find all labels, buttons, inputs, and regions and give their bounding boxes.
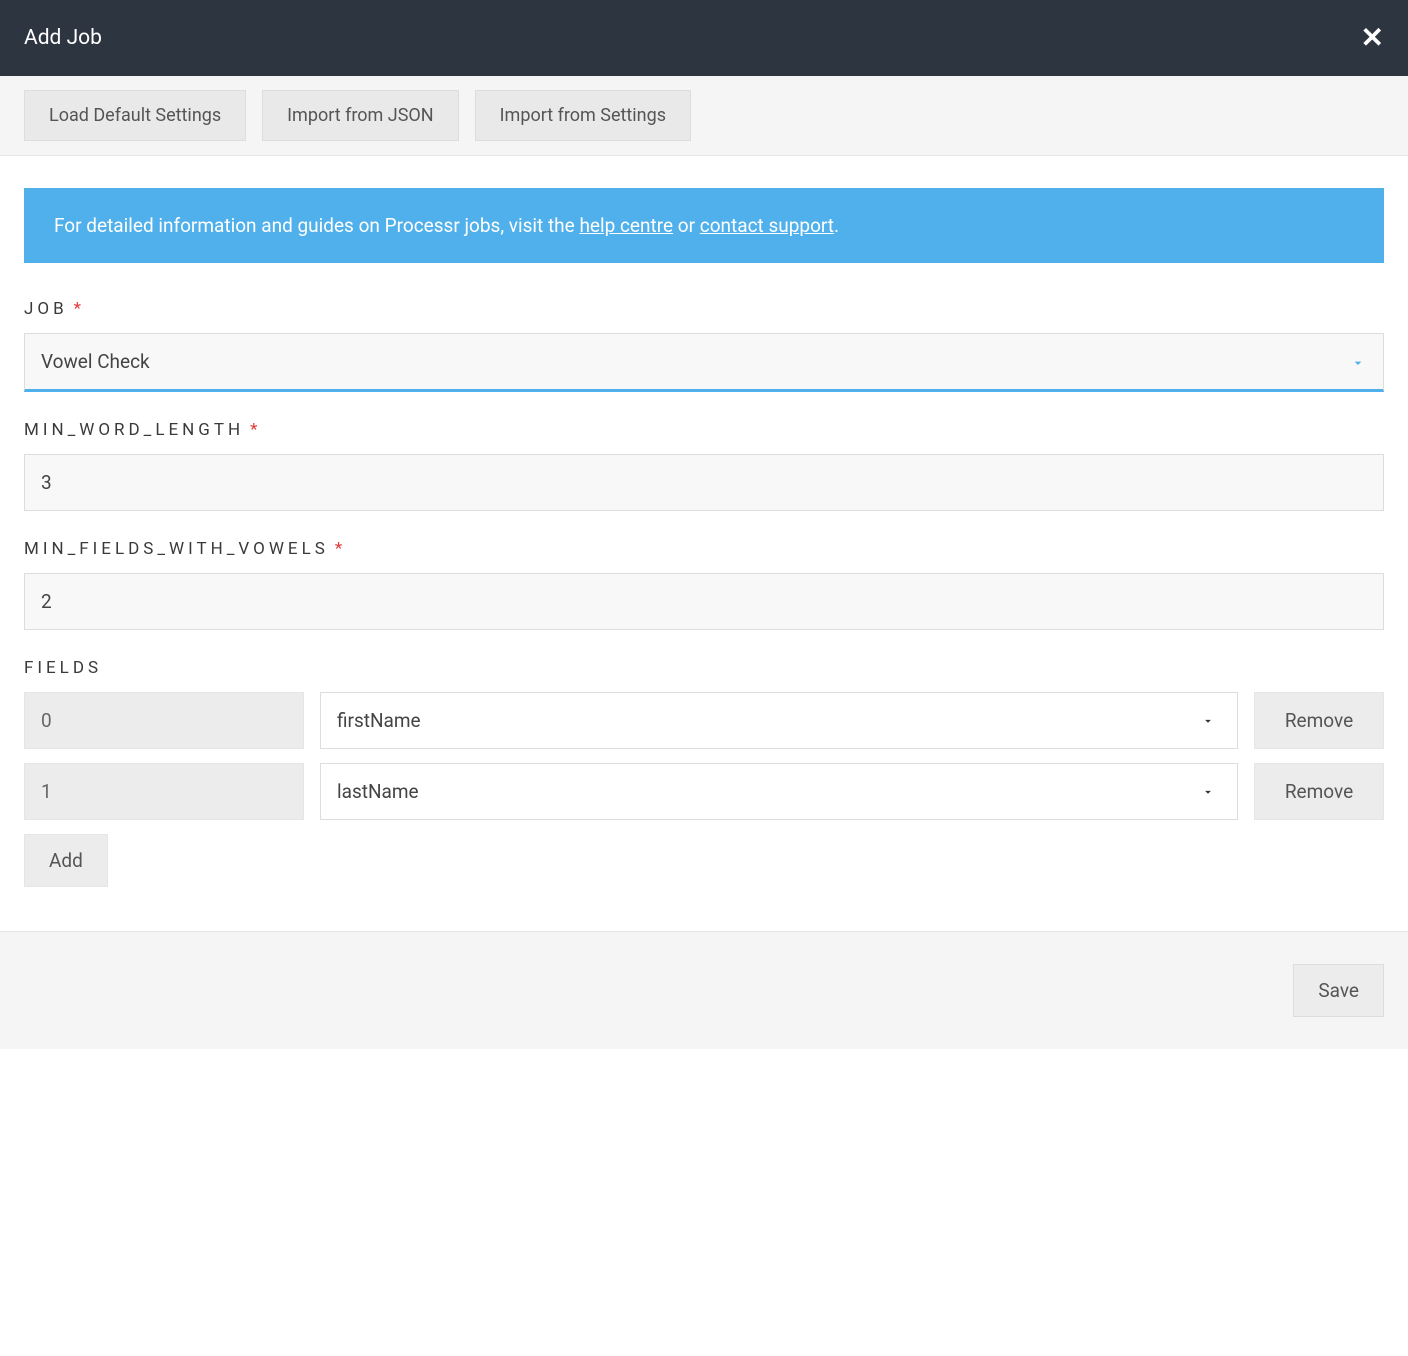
field-row: 0 firstName Remove [24,692,1384,749]
field-row: 1 lastName Remove [24,763,1384,820]
save-button[interactable]: Save [1293,964,1384,1017]
load-default-settings-button[interactable]: Load Default Settings [24,90,246,141]
required-star-icon: * [335,539,346,559]
banner-text-pre: For detailed information and guides on P… [54,214,579,237]
modal-header: Add Job ✕ [0,0,1408,76]
import-from-settings-button[interactable]: Import from Settings [475,90,691,141]
modal-footer: Save [0,931,1408,1049]
fields-label: FIELDS [24,658,1384,678]
job-select[interactable]: Vowel Check [24,333,1384,392]
contact-support-link[interactable]: contact support [700,214,834,237]
min-fields-vowels-label-text: MIN_FIELDS_WITH_VOWELS [24,539,329,559]
min-fields-vowels-label: MIN_FIELDS_WITH_VOWELS * [24,539,1384,559]
min-word-length-label: MIN_WORD_LENGTH * [24,420,1384,440]
remove-button[interactable]: Remove [1254,692,1384,749]
min-word-length-label-text: MIN_WORD_LENGTH [24,420,244,440]
import-from-json-button[interactable]: Import from JSON [262,90,459,141]
min-word-length-group: MIN_WORD_LENGTH * [24,420,1384,511]
field-select-wrapper: firstName [320,692,1238,749]
add-button[interactable]: Add [24,834,108,887]
content-area: For detailed information and guides on P… [0,156,1408,931]
job-label-text: JOB [24,299,68,319]
toolbar: Load Default Settings Import from JSON I… [0,76,1408,156]
close-icon[interactable]: ✕ [1361,24,1384,52]
field-select-wrapper: lastName [320,763,1238,820]
banner-text-end: . [834,214,839,237]
field-index: 0 [24,692,304,749]
min-fields-vowels-input[interactable] [24,573,1384,630]
info-banner: For detailed information and guides on P… [24,188,1384,263]
fields-section: FIELDS 0 firstName Remove 1 lastName [24,658,1384,887]
job-select-wrapper: Vowel Check [24,333,1384,392]
help-centre-link[interactable]: help centre [579,214,673,237]
job-label: JOB * [24,299,1384,319]
job-group: JOB * Vowel Check [24,299,1384,392]
min-word-length-input[interactable] [24,454,1384,511]
field-select[interactable]: lastName [321,764,1237,819]
field-index: 1 [24,763,304,820]
required-star-icon: * [74,299,85,319]
modal-title: Add Job [24,26,102,50]
field-select[interactable]: firstName [321,693,1237,748]
remove-button[interactable]: Remove [1254,763,1384,820]
banner-text-mid: or [673,214,700,237]
required-star-icon: * [250,420,261,440]
min-fields-vowels-group: MIN_FIELDS_WITH_VOWELS * [24,539,1384,630]
